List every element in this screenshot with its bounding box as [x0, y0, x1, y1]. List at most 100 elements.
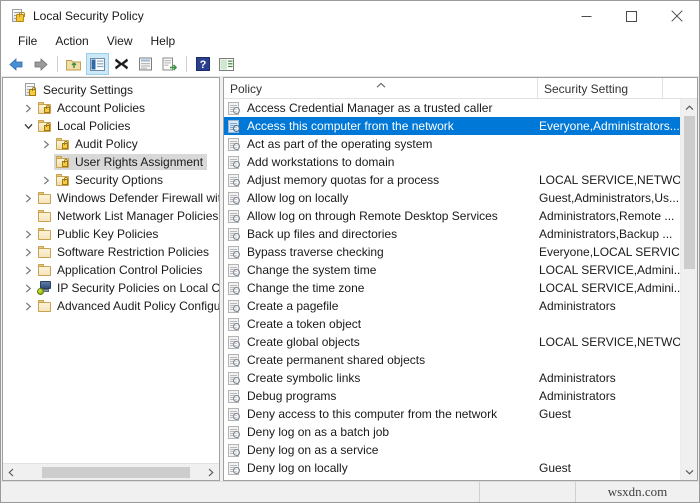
policy-setting-icon	[228, 137, 242, 151]
up-one-level-button[interactable]	[62, 53, 85, 75]
tree-item-advanced-audit-policy-configuration[interactable]: Advanced Audit Policy Configuration	[3, 297, 219, 315]
policy-name: Adjust memory quotas for a process	[247, 173, 440, 187]
vscroll-thumb[interactable]	[684, 116, 695, 269]
table-row[interactable]: Deny log on as a service	[224, 441, 680, 459]
console-tree[interactable]: Security Settings Account Policies Local…	[3, 78, 219, 463]
policy-rows[interactable]: Access Credential Manager as a trusted c…	[224, 99, 680, 480]
toolbar-separator-2	[186, 56, 187, 72]
export-list-button[interactable]	[158, 53, 181, 75]
tree-item-windows-defender-firewall[interactable]: Windows Defender Firewall with Adva	[3, 189, 219, 207]
tree-item-audit-policy[interactable]: Audit Policy	[3, 135, 219, 153]
minimize-button[interactable]	[564, 1, 609, 31]
menu-action[interactable]: Action	[46, 33, 97, 50]
tree-item-user-rights-assignment[interactable]: User Rights Assignment	[3, 153, 219, 171]
policy-name: Create a pagefile	[247, 299, 339, 313]
tree-item-label: Software Restriction Policies	[57, 245, 210, 259]
vscroll-track[interactable]	[681, 116, 697, 463]
tree-item-label: Network List Manager Policies	[57, 209, 219, 223]
table-row[interactable]: Access Credential Manager as a trusted c…	[224, 99, 680, 117]
tree-item-network-list-manager-policies[interactable]: Network List Manager Policies	[3, 207, 219, 225]
policy-setting-icon	[228, 227, 242, 241]
security-setting-value: LOCAL SERVICE,Admini...	[539, 281, 680, 295]
chevron-right-icon[interactable]	[39, 135, 54, 153]
table-row[interactable]: Deny log on through Remote Desktop Servi…	[224, 477, 680, 480]
policy-name: Access this computer from the network	[247, 119, 454, 133]
tree-item-account-policies[interactable]: Account Policies	[3, 99, 219, 117]
policy-setting-icon	[228, 425, 242, 439]
table-row[interactable]: Create a token object	[224, 315, 680, 333]
hscroll-thumb[interactable]	[42, 466, 190, 478]
list-vertical-scrollbar[interactable]	[680, 99, 697, 480]
table-row[interactable]: Access this computer from the network Ev…	[224, 117, 680, 135]
chevron-left-icon[interactable]	[3, 464, 20, 481]
chevron-right-icon[interactable]	[39, 171, 54, 189]
close-button[interactable]	[654, 1, 699, 31]
chevron-right-icon[interactable]	[21, 189, 36, 207]
tree-item-software-restriction-policies[interactable]: Software Restriction Policies	[3, 243, 219, 261]
window-controls	[564, 1, 699, 31]
policy-name: Back up files and directories	[247, 227, 398, 241]
table-row[interactable]: Bypass traverse checking Everyone,LOCAL …	[224, 243, 680, 261]
policy-name: Add workstations to domain	[247, 155, 395, 169]
list-column-headers: Policy Security Setting	[224, 78, 697, 99]
menu-file[interactable]: File	[9, 33, 46, 50]
table-row[interactable]: Create permanent shared objects	[224, 351, 680, 369]
tree-item-security-settings[interactable]: Security Settings	[3, 81, 219, 99]
table-row[interactable]: Create a pagefile Administrators	[224, 297, 680, 315]
show-hide-action-pane-button[interactable]	[215, 53, 238, 75]
chevron-right-icon[interactable]	[21, 225, 36, 243]
table-row[interactable]: Allow log on locally Guest,Administrator…	[224, 189, 680, 207]
show-hide-console-tree-button[interactable]	[86, 53, 109, 75]
table-row[interactable]: Debug programs Administrators	[224, 387, 680, 405]
table-row[interactable]: Change the system time LOCAL SERVICE,Adm…	[224, 261, 680, 279]
column-header-policy[interactable]: Policy	[224, 78, 538, 99]
caret-up-icon	[375, 78, 386, 92]
column-header-security-setting[interactable]: Security Setting	[538, 78, 663, 99]
table-row[interactable]: Deny access to this computer from the ne…	[224, 405, 680, 423]
chevron-right-icon[interactable]	[21, 297, 36, 315]
chevron-right-icon[interactable]	[21, 243, 36, 261]
tree-item-label: Security Settings	[43, 83, 134, 97]
tree-item-local-policies[interactable]: Local Policies	[3, 117, 219, 135]
back-button[interactable]	[5, 53, 28, 75]
chevron-right-icon[interactable]	[202, 464, 219, 481]
hscroll-track[interactable]	[20, 463, 202, 480]
tree-item-ip-security-policies[interactable]: IP Security Policies on Local Compute	[3, 279, 219, 297]
table-row[interactable]: Act as part of the operating system	[224, 135, 680, 153]
chevron-right-icon[interactable]	[21, 99, 36, 117]
policy-setting-icon	[228, 335, 242, 349]
table-row[interactable]: Create global objects LOCAL SERVICE,NETW…	[224, 333, 680, 351]
forward-button[interactable]	[29, 53, 52, 75]
properties-button[interactable]	[134, 53, 157, 75]
table-row[interactable]: Add workstations to domain	[224, 153, 680, 171]
table-row[interactable]: Deny log on locally Guest	[224, 459, 680, 477]
menu-help[interactable]: Help	[142, 33, 185, 50]
ip-security-icon	[37, 281, 53, 295]
tree-item-public-key-policies[interactable]: Public Key Policies	[3, 225, 219, 243]
table-row[interactable]: Allow log on through Remote Desktop Serv…	[224, 207, 680, 225]
table-row[interactable]: Adjust memory quotas for a process LOCAL…	[224, 171, 680, 189]
chevron-right-icon[interactable]	[21, 279, 36, 297]
table-row[interactable]: Deny log on as a batch job	[224, 423, 680, 441]
table-row[interactable]: Change the time zone LOCAL SERVICE,Admin…	[224, 279, 680, 297]
help-button[interactable]: ?	[191, 53, 214, 75]
table-row[interactable]: Back up files and directories Administra…	[224, 225, 680, 243]
menu-view[interactable]: View	[98, 33, 142, 50]
caret-down-icon[interactable]	[681, 463, 697, 480]
column-header-label: Security Setting	[544, 81, 629, 96]
delete-button[interactable]	[110, 53, 133, 75]
table-row[interactable]: Create symbolic links Administrators	[224, 369, 680, 387]
maximize-button[interactable]	[609, 1, 654, 31]
tree-horizontal-scrollbar[interactable]	[3, 463, 219, 480]
chevron-down-icon[interactable]	[21, 117, 36, 135]
tree-item-application-control-policies[interactable]: Application Control Policies	[3, 261, 219, 279]
policy-setting-icon	[228, 119, 242, 133]
policy-setting-icon	[228, 443, 242, 457]
policy-folder-icon	[55, 155, 71, 169]
policy-folder-icon	[37, 119, 53, 133]
tree-item-security-options[interactable]: Security Options	[3, 171, 219, 189]
caret-up-icon[interactable]	[681, 99, 697, 116]
policy-name: Access Credential Manager as a trusted c…	[247, 101, 493, 115]
chevron-right-icon[interactable]	[21, 261, 36, 279]
security-setting-value: Guest	[539, 407, 572, 421]
